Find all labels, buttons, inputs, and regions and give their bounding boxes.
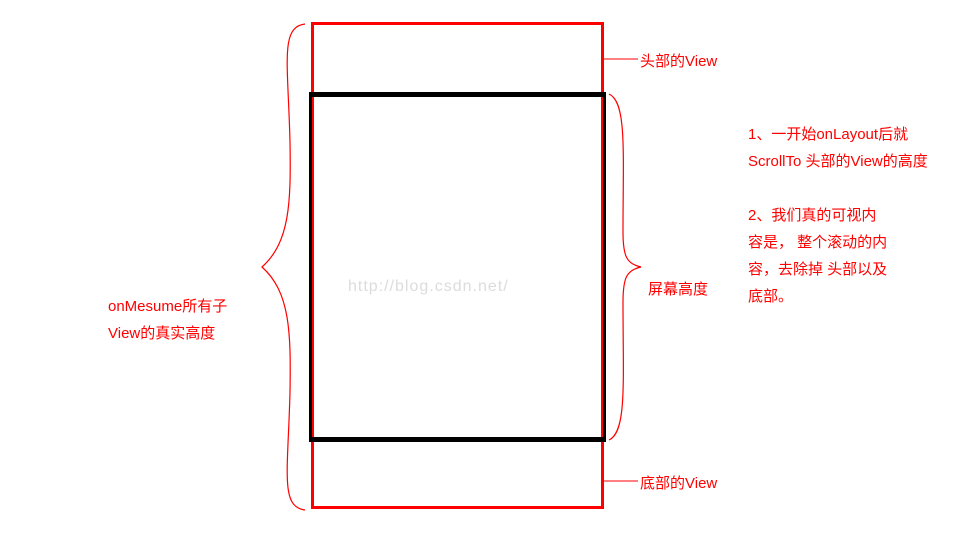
notes-block: 1、一开始onLayout后就 ScrollTo 头部的View的高度 2、我们… xyxy=(748,121,948,310)
note2-line1: 2、我们真的可视内 xyxy=(748,207,876,224)
header-view-label: 头部的View xyxy=(640,48,717,75)
note2-line4: 底部。 xyxy=(748,288,793,305)
left-brace-line2: View的真实高度 xyxy=(108,325,215,342)
note2-line3: 容，去除掉 头部以及 xyxy=(748,261,887,278)
left-brace-line1: onMesume所有子 xyxy=(108,298,227,315)
footer-connector-line xyxy=(604,478,640,484)
header-connector-line xyxy=(604,56,640,62)
left-brace-icon xyxy=(250,22,310,512)
inner-rectangle xyxy=(309,92,606,442)
screen-height-label: 屏幕高度 xyxy=(648,276,708,303)
footer-view-label: 底部的View xyxy=(640,470,717,497)
right-brace-icon xyxy=(605,92,645,442)
note1-line1: 1、一开始onLayout后就 xyxy=(748,126,908,143)
watermark-text: http://blog.csdn.net/ xyxy=(348,278,509,296)
left-brace-label: onMesume所有子 View的真实高度 xyxy=(108,293,227,347)
note1-line2: ScrollTo 头部的View的高度 xyxy=(748,153,928,170)
note2-line2: 容是， 整个滚动的内 xyxy=(748,234,887,251)
